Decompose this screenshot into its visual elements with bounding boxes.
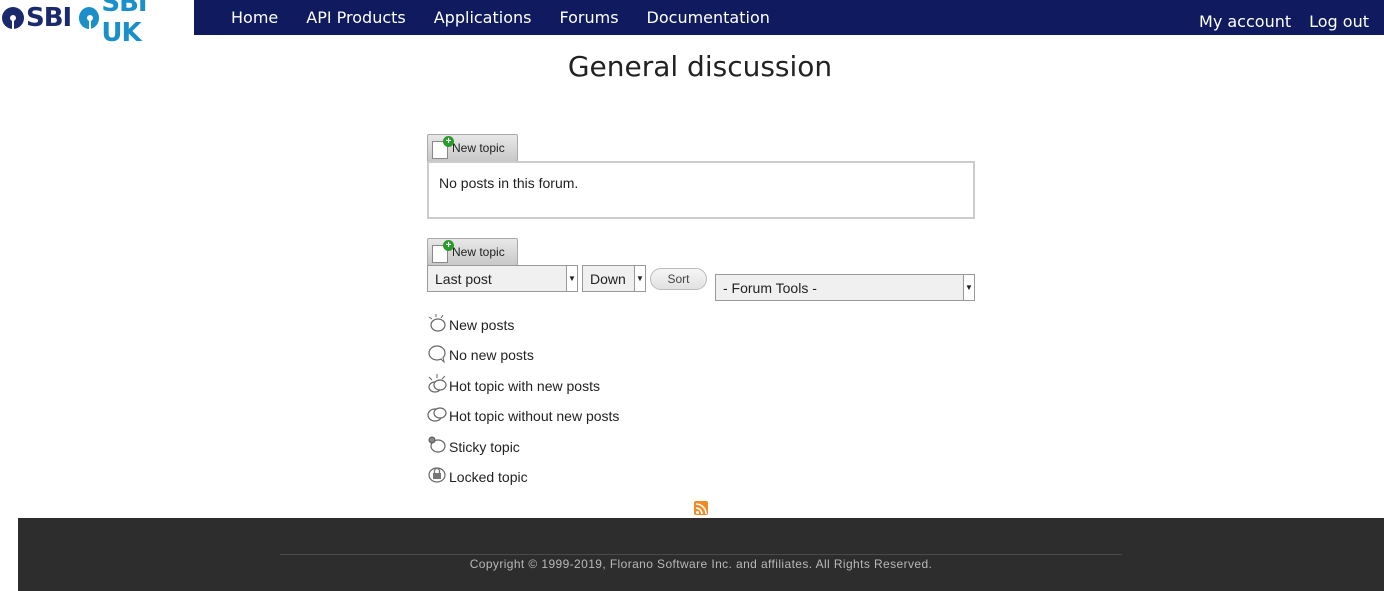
sort-by-value: Last post bbox=[435, 270, 492, 287]
sbi-uk-logo-icon bbox=[79, 6, 100, 29]
logo[interactable]: SBI SBI UK bbox=[0, 0, 194, 48]
sort-button[interactable]: Sort bbox=[650, 268, 707, 290]
chevron-down-icon: ▼ bbox=[566, 266, 577, 291]
account-nav: My account Log out bbox=[1190, 0, 1378, 42]
sbi-logo-icon bbox=[2, 6, 24, 29]
legend-label: Hot topic with new posts bbox=[449, 377, 600, 394]
nav-forums[interactable]: Forums bbox=[545, 8, 632, 27]
nav-documentation[interactable]: Documentation bbox=[633, 8, 784, 27]
sbi-logo-text: SBI bbox=[26, 2, 72, 33]
new-topic-label: New topic bbox=[452, 141, 505, 155]
new-topic-icon: + bbox=[432, 240, 454, 263]
sticky-topic-icon bbox=[428, 436, 446, 453]
legend-label: New posts bbox=[449, 316, 515, 333]
legend-item: Sticky topic bbox=[427, 424, 619, 455]
my-account-link[interactable]: My account bbox=[1190, 12, 1300, 31]
empty-message: No posts in this forum. bbox=[439, 175, 579, 191]
locked-topic-icon bbox=[428, 467, 446, 483]
legend-item: New posts bbox=[427, 302, 619, 333]
sbi-logo: SBI bbox=[2, 2, 72, 33]
legend-label: Locked topic bbox=[449, 469, 528, 485]
legend-item: Hot topic without new posts bbox=[427, 394, 620, 424]
new-topic-button-top[interactable]: + New topic bbox=[427, 134, 518, 162]
hot-topic-icon bbox=[427, 407, 447, 422]
legend-label: Hot topic without new posts bbox=[449, 408, 620, 424]
nav-applications[interactable]: Applications bbox=[420, 8, 546, 27]
legend-item: Hot topic with new posts bbox=[427, 363, 619, 394]
footer: Copyright © 1999-2019, Florano Software … bbox=[18, 518, 1384, 591]
main-nav: Home API Products Applications Forums Do… bbox=[217, 0, 784, 35]
nav-api-products[interactable]: API Products bbox=[292, 8, 419, 27]
order-select[interactable]: Down ▼ bbox=[582, 265, 646, 292]
forum-tools-select[interactable]: - Forum Tools - ▼ bbox=[715, 274, 975, 301]
hot-topic-new-icon bbox=[428, 373, 447, 393]
order-value: Down bbox=[590, 270, 626, 287]
new-topic-icon: + bbox=[432, 136, 454, 159]
forum-tools-value: - Forum Tools - bbox=[723, 279, 817, 296]
no-new-posts-icon bbox=[428, 345, 446, 363]
legend-item: No new posts bbox=[427, 333, 619, 363]
new-topic-label: New topic bbox=[452, 245, 505, 259]
topic-list: No posts in this forum. bbox=[427, 161, 975, 219]
page-title: General discussion bbox=[567, 50, 833, 83]
topic-legend: New posts No new posts Hot topic with ne… bbox=[427, 302, 619, 485]
top-navbar: SBI SBI UK Home API Products Application… bbox=[0, 0, 1384, 48]
new-posts-icon bbox=[428, 313, 446, 332]
legend-label: No new posts bbox=[449, 347, 534, 363]
legend-label: Sticky topic bbox=[449, 438, 520, 455]
nav-home[interactable]: Home bbox=[217, 8, 292, 27]
chevron-down-icon: ▼ bbox=[963, 275, 974, 300]
new-topic-button-bottom[interactable]: + New topic bbox=[427, 238, 518, 266]
sbi-uk-logo: SBI UK bbox=[79, 0, 186, 48]
rss-feed-icon[interactable] bbox=[694, 501, 708, 515]
sbi-uk-logo-text: SBI UK bbox=[101, 0, 147, 48]
copyright-text: Copyright © 1999-2019, Florano Software … bbox=[469, 557, 933, 571]
logout-link[interactable]: Log out bbox=[1300, 12, 1378, 31]
sort-by-select[interactable]: Last post ▼ bbox=[427, 265, 578, 292]
chevron-down-icon: ▼ bbox=[634, 266, 645, 291]
footer-divider bbox=[280, 554, 1122, 555]
legend-item: Locked topic bbox=[427, 455, 619, 485]
